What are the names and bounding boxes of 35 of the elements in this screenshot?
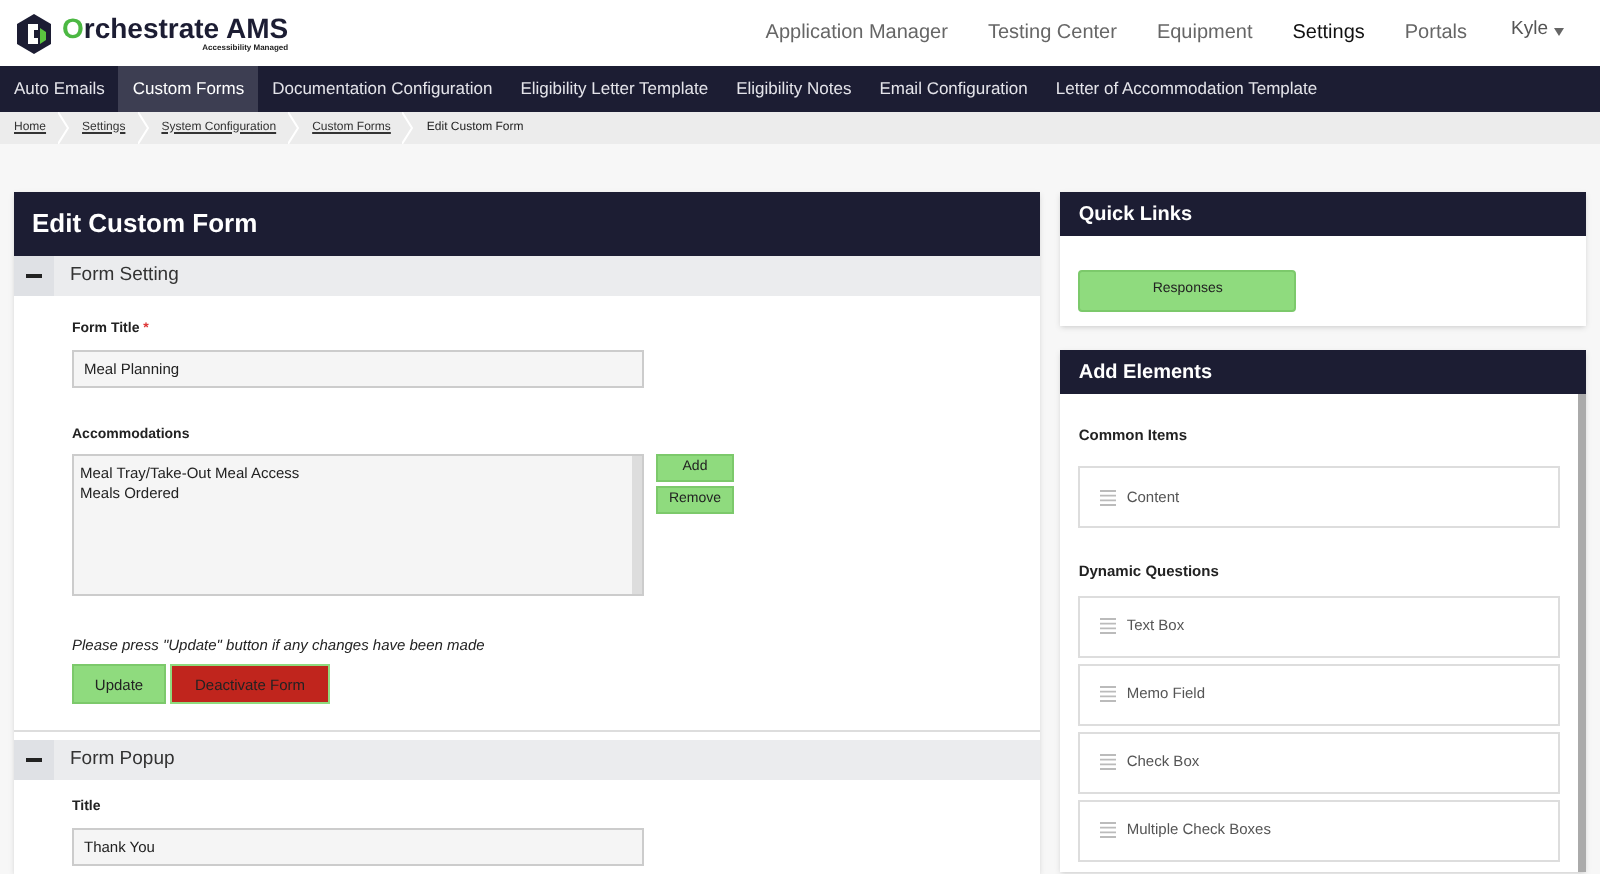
tab[interactable]: Eligibility Notes bbox=[722, 66, 866, 112]
caret-icon bbox=[1554, 27, 1564, 35]
section-title: Form Popup bbox=[70, 746, 175, 775]
tab[interactable]: Auto Emails bbox=[0, 66, 119, 112]
nav-link[interactable]: Settings bbox=[1292, 18, 1365, 48]
scrollbar[interactable] bbox=[1578, 394, 1586, 872]
section-header[interactable]: Form Setting bbox=[14, 256, 1041, 296]
nav-link[interactable]: Application Manager bbox=[765, 18, 948, 48]
chevron-separator-icon bbox=[58, 112, 71, 144]
drag-handle-icon bbox=[1100, 686, 1117, 702]
nav-link[interactable]: Equipment bbox=[1156, 18, 1253, 48]
tab[interactable]: Documentation Configuration bbox=[258, 66, 507, 112]
section-header[interactable]: Form Popup bbox=[14, 740, 1041, 781]
logo-icon bbox=[16, 13, 52, 53]
panel-title: Edit Custom Form bbox=[32, 206, 258, 243]
scrollbar[interactable] bbox=[632, 456, 642, 594]
tab[interactable]: Email Configuration bbox=[865, 66, 1042, 112]
tab[interactable]: Eligibility Letter Template bbox=[506, 66, 723, 112]
chevron-separator-icon bbox=[402, 112, 415, 144]
nav-link[interactable]: Testing Center bbox=[987, 18, 1117, 48]
chevron-separator-icon bbox=[137, 112, 150, 144]
tab[interactable]: Custom Forms bbox=[118, 66, 259, 112]
panel-title: Quick Links bbox=[1078, 201, 1193, 229]
brand-name: Orchestrate AMS bbox=[62, 14, 289, 42]
drag-handle-icon bbox=[1100, 618, 1117, 634]
nav-link[interactable]: Portals bbox=[1404, 18, 1468, 48]
tab[interactable]: Letter of Accommodation Template bbox=[1041, 66, 1332, 112]
drag-handle-icon bbox=[1100, 754, 1117, 770]
chevron-separator-icon bbox=[288, 112, 301, 144]
minus-icon[interactable] bbox=[26, 758, 42, 763]
drag-handle-icon bbox=[1100, 489, 1117, 506]
panel-title: Add Elements bbox=[1078, 359, 1213, 387]
user-menu[interactable]: Kyle bbox=[1511, 16, 1564, 46]
drag-handle-icon bbox=[1100, 822, 1117, 838]
section-title: Form Setting bbox=[70, 261, 179, 290]
